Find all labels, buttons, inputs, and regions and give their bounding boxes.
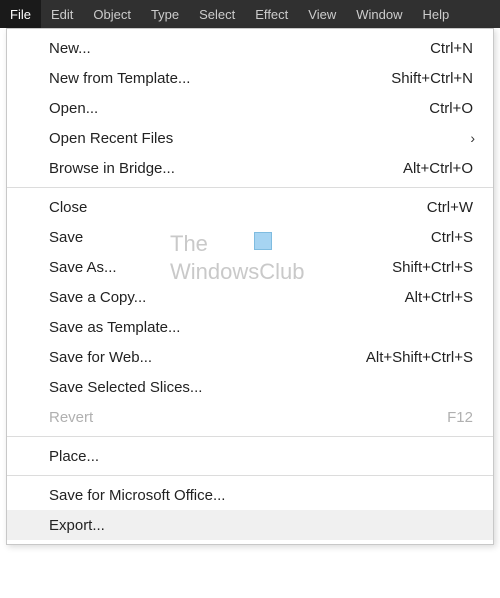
menu-item-shortcut: Ctrl+N (430, 40, 473, 57)
menubar-item-effect[interactable]: Effect (245, 0, 298, 28)
menu-item-label: Browse in Bridge... (49, 160, 403, 177)
menu-item-save-for-web[interactable]: Save for Web...Alt+Shift+Ctrl+S (7, 342, 493, 372)
menu-item-shortcut: Shift+Ctrl+S (392, 259, 473, 276)
menu-item-browse-in-bridge[interactable]: Browse in Bridge...Alt+Ctrl+O (7, 153, 493, 183)
file-menu-dropdown: New...Ctrl+NNew from Template...Shift+Ct… (6, 28, 494, 545)
menu-item-new-from-template[interactable]: New from Template...Shift+Ctrl+N (7, 63, 493, 93)
menubar-item-select[interactable]: Select (189, 0, 245, 28)
menubar-item-label: Help (422, 7, 449, 22)
menu-item-save-as[interactable]: Save As...Shift+Ctrl+S (7, 252, 493, 282)
menu-item-revert: RevertF12 (7, 402, 493, 432)
menubar-item-label: Type (151, 7, 179, 22)
menubar-item-edit[interactable]: Edit (41, 0, 83, 28)
menu-item-label: Export... (49, 517, 473, 534)
menu-item-open[interactable]: Open...Ctrl+O (7, 93, 493, 123)
menubar-item-view[interactable]: View (298, 0, 346, 28)
menu-item-save-selected-slices[interactable]: Save Selected Slices... (7, 372, 493, 402)
menu-item-shortcut: Alt+Ctrl+O (403, 160, 473, 177)
menubar-item-window[interactable]: Window (346, 0, 412, 28)
menu-item-new[interactable]: New...Ctrl+N (7, 33, 493, 63)
menu-item-label: Close (49, 199, 427, 216)
menubar-item-object[interactable]: Object (83, 0, 141, 28)
menu-item-open-recent-files[interactable]: Open Recent Files› (7, 123, 493, 153)
menubar: File Edit Object Type Select Effect View Window… (0, 0, 500, 28)
menu-item-shortcut: Ctrl+S (431, 229, 473, 246)
menu-item-shortcut: Alt+Ctrl+S (405, 289, 473, 306)
menu-item-close[interactable]: CloseCtrl+W (7, 192, 493, 222)
menubar-item-label: Edit (51, 7, 73, 22)
menubar-item-label: View (308, 7, 336, 22)
menu-separator (7, 436, 493, 437)
menu-item-save[interactable]: SaveCtrl+S (7, 222, 493, 252)
menu-item-label: Save for Microsoft Office... (49, 487, 473, 504)
menubar-item-label: Object (93, 7, 131, 22)
menu-item-label: Save a Copy... (49, 289, 405, 306)
menu-item-label: Open Recent Files (49, 130, 473, 147)
menu-item-shortcut: Ctrl+O (429, 100, 473, 117)
menu-item-shortcut: Alt+Shift+Ctrl+S (366, 349, 473, 366)
menu-item-label: New from Template... (49, 70, 391, 87)
menu-separator (7, 187, 493, 188)
menu-item-label: Save As... (49, 259, 392, 276)
menubar-item-label: Effect (255, 7, 288, 22)
menu-item-label: Save for Web... (49, 349, 366, 366)
menu-item-shortcut: F12 (447, 409, 473, 426)
menu-item-shortcut: Shift+Ctrl+N (391, 70, 473, 87)
menu-item-label: New... (49, 40, 430, 57)
menubar-item-label: Select (199, 7, 235, 22)
menu-item-shortcut: Ctrl+W (427, 199, 473, 216)
menu-item-label: Revert (49, 409, 447, 426)
menu-item-place[interactable]: Place... (7, 441, 493, 471)
menubar-item-help[interactable]: Help (412, 0, 459, 28)
menu-item-label: Save Selected Slices... (49, 379, 473, 396)
menu-item-export[interactable]: Export... (7, 510, 493, 540)
menu-item-save-as-template[interactable]: Save as Template... (7, 312, 493, 342)
menubar-item-label: File (10, 7, 31, 22)
menu-separator (7, 475, 493, 476)
menu-item-label: Open... (49, 100, 429, 117)
menu-item-label: Place... (49, 448, 473, 465)
menubar-item-label: Window (356, 7, 402, 22)
menu-item-label: Save as Template... (49, 319, 473, 336)
menubar-item-type[interactable]: Type (141, 0, 189, 28)
menu-item-label: Save (49, 229, 431, 246)
menu-item-save-for-microsoft-office[interactable]: Save for Microsoft Office... (7, 480, 493, 510)
chevron-right-icon: › (470, 131, 475, 145)
menu-item-save-a-copy[interactable]: Save a Copy...Alt+Ctrl+S (7, 282, 493, 312)
menubar-item-file[interactable]: File (0, 0, 41, 28)
